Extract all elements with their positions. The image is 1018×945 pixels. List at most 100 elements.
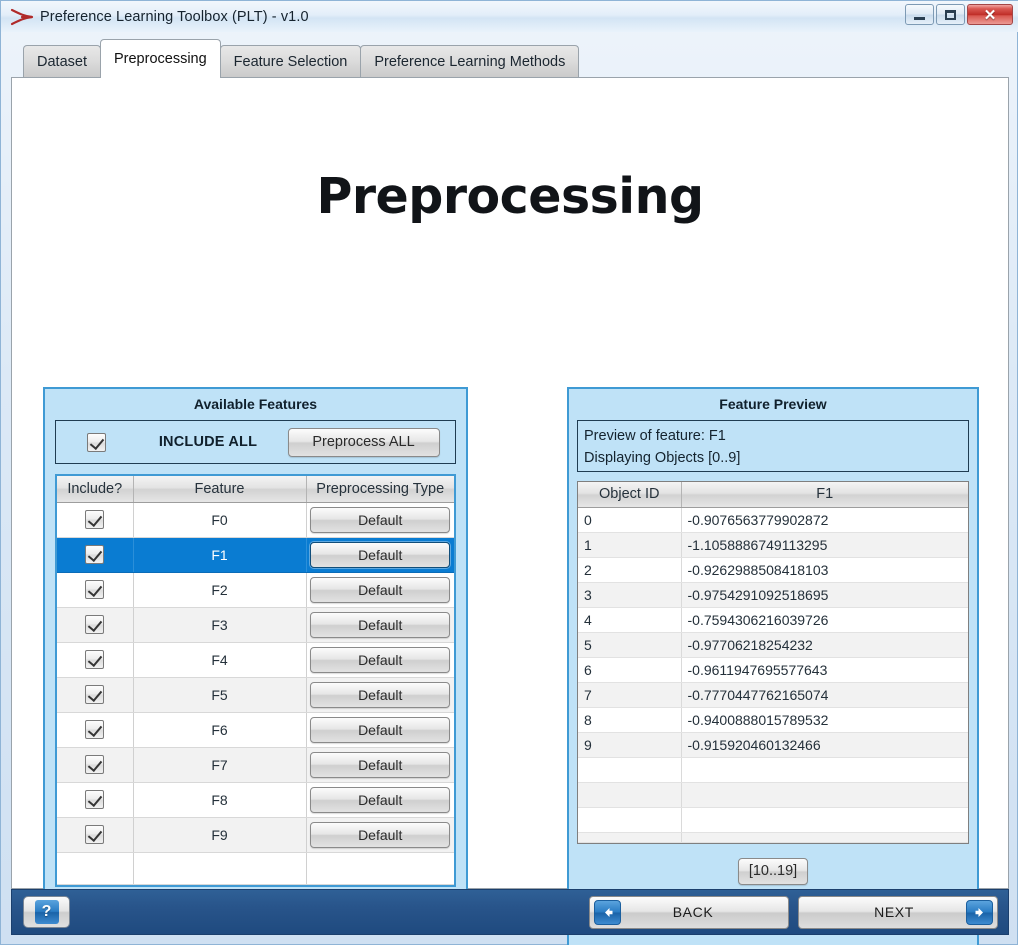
preprocessing-type-button[interactable]: Default <box>310 681 451 708</box>
include-cell[interactable] <box>57 782 134 818</box>
preview-row[interactable]: 6 -0.9611947695577643 <box>578 657 968 683</box>
preprocessing-type-cell[interactable]: Default <box>306 642 454 678</box>
preprocessing-type-cell[interactable]: Default <box>306 747 454 783</box>
include-cell[interactable] <box>57 712 134 748</box>
preprocessing-type-cell[interactable]: Default <box>306 677 454 713</box>
navigation-buttons: BACK NEXT <box>589 895 998 929</box>
row-include-checkbox[interactable] <box>85 615 105 634</box>
preprocessing-type-button[interactable]: Default <box>310 646 451 673</box>
row-include-checkbox[interactable] <box>85 755 105 774</box>
row-include-checkbox[interactable] <box>85 685 105 704</box>
tab-label: Feature Selection <box>233 54 348 70</box>
include-cell[interactable] <box>57 642 134 678</box>
arrow-right-icon <box>966 899 993 925</box>
preprocessing-type-button[interactable]: Default <box>310 716 451 743</box>
maximize-button[interactable] <box>936 4 965 25</box>
preview-row[interactable]: 3 -0.9754291092518695 <box>578 582 968 608</box>
preprocessing-type-button[interactable]: Default <box>310 786 451 813</box>
object-id-cell: 7 <box>578 682 682 708</box>
preprocessing-type-cell[interactable]: Default <box>306 712 454 748</box>
feature-value-cell-empty <box>681 832 968 843</box>
close-button[interactable]: ✕ <box>967 4 1013 25</box>
preview-row[interactable]: 2 -0.9262988508418103 <box>578 557 968 583</box>
object-id-cell: 9 <box>578 732 682 758</box>
preprocessing-type-button[interactable]: Default <box>310 821 451 848</box>
feature-value-cell-empty <box>681 782 968 808</box>
feature-value-cell: -0.9076563779902872 <box>681 507 968 533</box>
feature-value-cell: -0.9262988508418103 <box>681 557 968 583</box>
include-cell[interactable] <box>57 607 134 643</box>
preprocessing-type-cell[interactable]: Default <box>306 782 454 818</box>
feature-value-cell: -0.7770447762165074 <box>681 682 968 708</box>
feature-preview-title: Feature Preview <box>719 396 827 412</box>
preprocessing-type-button[interactable]: Default <box>310 541 451 568</box>
preprocessing-type-cell[interactable]: Default <box>306 817 454 853</box>
tab-bar: Dataset Preprocessing Feature Selection … <box>11 37 1009 78</box>
preview-row[interactable]: 0 -0.9076563779902872 <box>578 507 968 533</box>
include-cell[interactable] <box>57 572 134 608</box>
table-row[interactable]: F0 Default <box>57 502 454 538</box>
preprocessing-type-button[interactable]: Default <box>310 751 451 778</box>
preprocessing-type-button[interactable]: Default <box>310 576 451 603</box>
tab-preference-learning-methods[interactable]: Preference Learning Methods <box>360 45 580 78</box>
row-include-checkbox[interactable] <box>85 580 105 599</box>
table-row[interactable]: F9 Default <box>57 817 454 853</box>
preprocessing-type-button[interactable]: Default <box>310 506 451 533</box>
feature-value-cell: -0.97706218254232 <box>681 632 968 658</box>
table-row[interactable]: F5 Default <box>57 677 454 713</box>
feature-value-cell-empty <box>681 757 968 783</box>
preprocessing-type-cell[interactable]: Default <box>306 572 454 608</box>
preview-row[interactable]: 8 -0.9400888015789532 <box>578 707 968 733</box>
next-button[interactable]: NEXT <box>798 895 998 929</box>
preprocessing-type-cell[interactable]: Default <box>306 537 454 573</box>
include-cell[interactable] <box>57 677 134 713</box>
preprocessing-type-cell[interactable]: Default <box>306 502 454 538</box>
back-button[interactable]: BACK <box>589 895 789 929</box>
preview-row[interactable]: 5 -0.97706218254232 <box>578 632 968 658</box>
features-table: Include? Feature Preprocessing Type F0 D… <box>57 476 454 885</box>
table-row[interactable]: F6 Default <box>57 712 454 748</box>
table-row[interactable]: F1 Default <box>57 537 454 573</box>
include-all-checkbox[interactable] <box>86 432 106 452</box>
help-button[interactable]: ? <box>23 896 70 928</box>
feature-name-cell: F3 <box>133 607 307 643</box>
next-objects-page-button[interactable]: [10..19] <box>738 857 808 885</box>
include-cell[interactable] <box>57 817 134 853</box>
table-row[interactable]: F4 Default <box>57 642 454 678</box>
tab-feature-selection[interactable]: Feature Selection <box>219 45 362 78</box>
tab-label: Preference Learning Methods <box>374 54 566 70</box>
object-id-cell: 4 <box>578 607 682 633</box>
include-cell[interactable] <box>57 747 134 783</box>
title-bar: Preference Learning Toolbox (PLT) - v1.0… <box>1 1 1018 32</box>
row-include-checkbox[interactable] <box>85 825 105 844</box>
include-cell[interactable] <box>57 502 134 538</box>
row-include-checkbox[interactable] <box>85 510 105 529</box>
row-include-checkbox[interactable] <box>85 650 105 669</box>
preview-row[interactable]: 1 -1.1058886749113295 <box>578 532 968 558</box>
preview-row[interactable]: 7 -0.7770447762165074 <box>578 682 968 708</box>
close-icon: ✕ <box>983 6 997 24</box>
row-include-checkbox[interactable] <box>85 720 105 739</box>
available-features-panel: Available Features INCLUDE ALL Preproces… <box>43 387 468 918</box>
preprocess-all-button[interactable]: Preprocess ALL <box>287 427 440 457</box>
preview-row[interactable]: 9 -0.915920460132466 <box>578 732 968 758</box>
table-row[interactable]: F3 Default <box>57 607 454 643</box>
preprocessing-type-label: Default <box>358 826 403 843</box>
minimize-button[interactable] <box>905 4 934 25</box>
preprocessing-type-label: Default <box>358 546 403 563</box>
table-row[interactable]: F2 Default <box>57 572 454 608</box>
preprocessing-type-cell-empty <box>306 852 454 885</box>
feature-value-cell: -1.1058886749113295 <box>681 532 968 558</box>
col-header-preprocessing-type: Preprocessing Type <box>306 476 454 503</box>
preprocessing-type-cell[interactable]: Default <box>306 607 454 643</box>
tab-preprocessing[interactable]: Preprocessing <box>99 39 221 78</box>
row-include-checkbox[interactable] <box>85 545 105 564</box>
preprocessing-type-button[interactable]: Default <box>310 611 451 638</box>
table-row[interactable]: F7 Default <box>57 747 454 783</box>
table-row[interactable]: F8 Default <box>57 782 454 818</box>
tab-dataset[interactable]: Dataset <box>23 45 101 78</box>
preview-row[interactable]: 4 -0.7594306216039726 <box>578 607 968 633</box>
row-include-checkbox[interactable] <box>85 790 105 809</box>
include-cell[interactable] <box>57 537 134 573</box>
tab-label: Preprocessing <box>113 51 207 67</box>
